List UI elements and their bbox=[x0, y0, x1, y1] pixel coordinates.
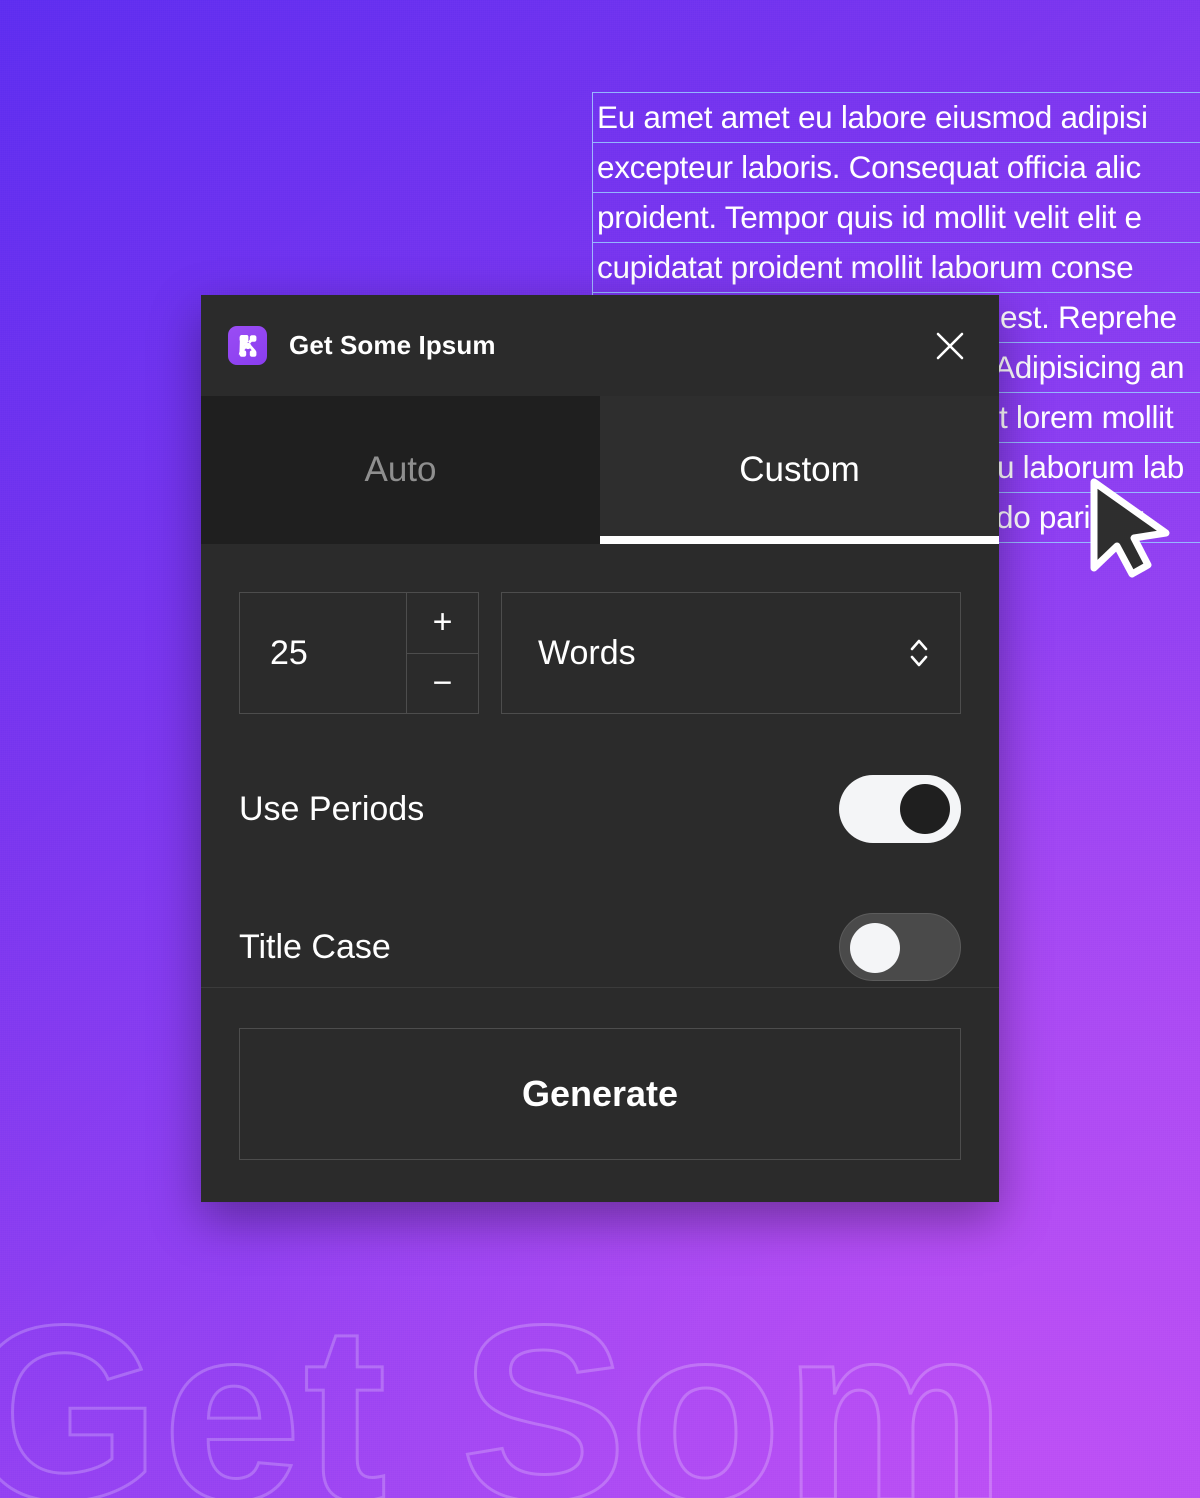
get-some-ipsum-logo-icon bbox=[228, 326, 267, 365]
amount-stepper: 25 + − bbox=[239, 592, 479, 714]
dialog-body: 25 + − Words Use Periods Title Case bbox=[201, 544, 999, 990]
dialog-title: Get Some Ipsum bbox=[289, 330, 496, 360]
amount-input[interactable]: 25 bbox=[240, 593, 406, 713]
lorem-line: cupidatat proident mollit laborum conse bbox=[593, 243, 1200, 293]
screenshot-root: Get Som Eu amet amet eu labore eiusmod a… bbox=[0, 0, 1200, 1498]
unit-select[interactable]: Words bbox=[501, 592, 961, 714]
dialog-tabs: Auto Custom bbox=[201, 396, 999, 544]
lorem-line: excepteur laboris. Consequat officia ali… bbox=[593, 143, 1200, 193]
tab-custom[interactable]: Custom bbox=[600, 396, 999, 544]
use-periods-toggle[interactable] bbox=[839, 775, 961, 843]
dialog-titlebar: Get Some Ipsum bbox=[201, 295, 999, 396]
title-case-toggle[interactable] bbox=[839, 913, 961, 981]
unit-select-value: Words bbox=[538, 633, 636, 672]
toggle-knob bbox=[900, 784, 950, 834]
close-icon bbox=[936, 332, 964, 359]
title-case-label: Title Case bbox=[239, 927, 391, 966]
close-button[interactable] bbox=[927, 323, 973, 369]
increment-button[interactable]: + bbox=[407, 593, 478, 653]
use-periods-label: Use Periods bbox=[239, 789, 425, 828]
use-periods-row: Use Periods bbox=[239, 766, 961, 852]
chevron-up-down-icon bbox=[910, 639, 928, 667]
toggle-knob bbox=[850, 923, 900, 973]
dialog-footer: Generate bbox=[201, 987, 999, 1202]
decrement-button[interactable]: − bbox=[407, 652, 478, 714]
title-case-row: Title Case bbox=[239, 904, 961, 990]
generate-button[interactable]: Generate bbox=[239, 1028, 961, 1160]
lorem-line: Eu amet amet eu labore eiusmod adipisi bbox=[593, 92, 1200, 143]
lorem-line: proident. Tempor quis id mollit velit el… bbox=[593, 193, 1200, 243]
amount-and-unit-row: 25 + − Words bbox=[239, 592, 961, 714]
get-some-ipsum-dialog: Get Some Ipsum Auto Custom 25 + − Words … bbox=[201, 295, 999, 1202]
stepper-buttons: + − bbox=[406, 593, 478, 713]
tab-auto[interactable]: Auto bbox=[201, 396, 600, 544]
